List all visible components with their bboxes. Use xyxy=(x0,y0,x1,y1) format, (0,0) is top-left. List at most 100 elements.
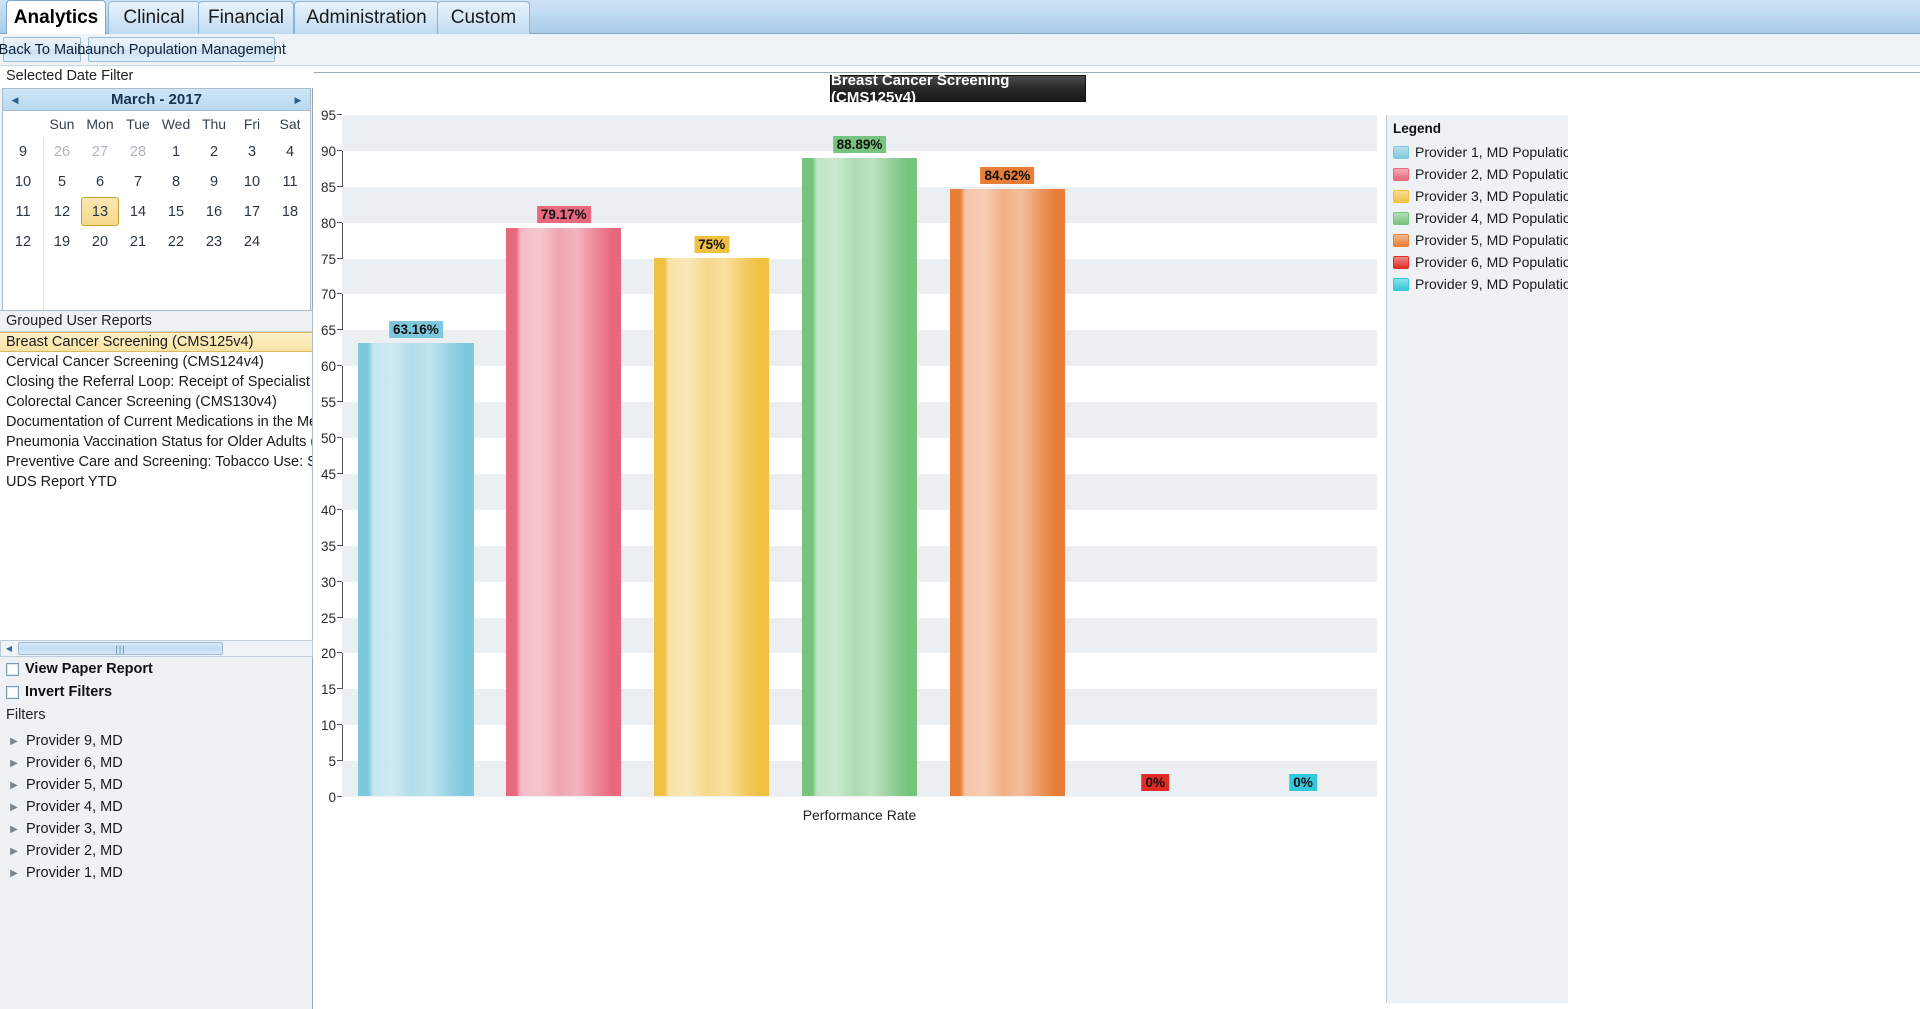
calendar-day[interactable]: 12 xyxy=(43,197,81,226)
report-list-item-selected[interactable]: Breast Cancer Screening (CMS125v4) xyxy=(0,332,312,352)
calendar-day[interactable]: 18 xyxy=(271,197,309,226)
scrollbar-thumb[interactable]: ||| xyxy=(18,642,223,655)
chart-legend-item[interactable]: Provider 3, MD Population 1 xyxy=(1393,185,1590,207)
filter-item[interactable]: ▶ Provider 9, MD xyxy=(6,730,306,752)
calendar-header: ◀ March - 2017 ▶ xyxy=(3,89,310,111)
legend-item-label: Provider 3, MD Population 1 xyxy=(1415,188,1591,204)
calendar-day[interactable]: 16 xyxy=(195,197,233,226)
view-paper-report-checkbox[interactable] xyxy=(6,662,19,676)
tab-clinical[interactable]: Clinical xyxy=(108,1,200,34)
report-list-item[interactable]: Documentation of Current Medications in … xyxy=(0,412,312,432)
tab-financial[interactable]: Financial xyxy=(198,1,294,34)
reports-horizontal-scrollbar[interactable]: ◀ ||| xyxy=(0,640,313,657)
calendar-day[interactable]: 22 xyxy=(157,227,195,256)
tab-analytics[interactable]: Analytics xyxy=(6,0,106,34)
back-to-main-button[interactable]: Back To Main xyxy=(0,37,85,62)
report-list-item[interactable]: Preventive Care and Screening: Tobacco U… xyxy=(0,452,312,472)
view-paper-report-checkbox-row[interactable]: View Paper Report xyxy=(6,661,153,677)
chart-bar[interactable] xyxy=(358,342,474,796)
filter-item-label: Provider 9, MD xyxy=(26,733,123,749)
chart-bar[interactable] xyxy=(949,188,1066,796)
filter-item[interactable]: ▶ Provider 1, MD xyxy=(6,862,306,884)
chart-bar[interactable] xyxy=(506,227,622,796)
triangle-right-icon[interactable]: ▶ xyxy=(6,846,22,857)
chart-y-tick-label: 35 xyxy=(320,538,336,554)
calendar-day[interactable]: 10 xyxy=(233,167,271,196)
calendar-day[interactable]: 28 xyxy=(119,137,157,166)
calendar-week-row: 11 12 13 14 15 16 17 18 xyxy=(3,197,310,226)
chart-bar[interactable] xyxy=(801,157,918,796)
calendar-day[interactable]: 20 xyxy=(81,227,119,256)
calendar-day[interactable]: 23 xyxy=(195,227,233,256)
chart-y-tick-mark xyxy=(337,688,342,690)
tab-administration-label: Administration xyxy=(306,7,427,28)
chart-y-tick-label: 55 xyxy=(320,395,336,411)
chart-legend: Legend Provider 1, MD Population 1 Provid… xyxy=(1387,115,1590,303)
triangle-right-icon[interactable]: ▶ xyxy=(6,736,22,747)
calendar-day[interactable]: 14 xyxy=(119,197,157,226)
grouped-user-reports-list[interactable]: Breast Cancer Screening (CMS125v4) Cervic… xyxy=(0,332,312,492)
filter-item[interactable]: ▶ Provider 6, MD xyxy=(6,752,306,774)
calendar-day[interactable]: 24 xyxy=(233,227,271,256)
triangle-right-icon[interactable]: ▶ xyxy=(6,780,22,791)
report-list-item[interactable]: UDS Report YTD xyxy=(0,472,312,492)
triangle-right-icon[interactable]: ▶ xyxy=(6,802,22,813)
calendar-day[interactable]: 15 xyxy=(157,197,195,226)
chart-legend-item[interactable]: Provider 4, MD Population 1 xyxy=(1393,207,1590,229)
calendar-day[interactable]: 7 xyxy=(119,167,157,196)
calendar-day[interactable]: 3 xyxy=(233,137,271,166)
calendar-day[interactable]: 6 xyxy=(81,167,119,196)
calendar-day[interactable]: 11 xyxy=(271,167,309,196)
chart-legend-item[interactable]: Provider 5, MD Population 1 xyxy=(1393,229,1590,251)
calendar-day[interactable]: 2 xyxy=(195,137,233,166)
calendar-day[interactable]: 27 xyxy=(81,137,119,166)
chart-y-tick-mark xyxy=(337,401,342,403)
calendar-dow-sun: Sun xyxy=(49,116,75,132)
filter-item[interactable]: ▶ Provider 2, MD xyxy=(6,840,306,862)
calendar-day[interactable]: 9 xyxy=(195,167,233,196)
calendar-day[interactable]: 4 xyxy=(271,137,309,166)
legend-item-label: Provider 6, MD Population 1 xyxy=(1415,254,1591,270)
invert-filters-checkbox[interactable] xyxy=(6,685,19,699)
triangle-right-icon[interactable]: ▶ xyxy=(6,868,22,879)
calendar-next-month-icon[interactable]: ▶ xyxy=(288,89,308,111)
chart-legend-item[interactable]: Provider 1, MD Population 1 xyxy=(1393,141,1590,163)
report-list-item[interactable]: Closing the Referral Loop: Receipt of Sp… xyxy=(0,372,312,392)
filter-item[interactable]: ▶ Provider 3, MD xyxy=(6,818,306,840)
report-list-item[interactable]: Pneumonia Vaccination Status for Older A… xyxy=(0,432,312,452)
date-filter-calendar[interactable]: ◀ March - 2017 ▶ Sun Mon Tue Wed Thu Fri… xyxy=(2,88,311,315)
chart-bar[interactable] xyxy=(653,257,770,796)
chart-legend-item[interactable]: Provider 9, MD Population 1 xyxy=(1393,273,1590,295)
invert-filters-checkbox-row[interactable]: Invert Filters xyxy=(6,684,112,700)
calendar-prev-month-icon[interactable]: ◀ xyxy=(5,89,25,111)
tab-financial-label: Financial xyxy=(207,7,285,28)
triangle-right-icon[interactable]: ▶ xyxy=(6,824,22,835)
launch-population-management-button[interactable]: Launch Population Management xyxy=(77,37,286,62)
calendar-week-row: 9 26 27 28 1 2 3 4 xyxy=(3,137,310,166)
calendar-day-selected[interactable]: 13 xyxy=(81,197,119,226)
scroll-left-icon[interactable]: ◀ xyxy=(1,641,17,656)
report-list-item[interactable]: Colorectal Cancer Screening (CMS130v4) xyxy=(0,392,312,412)
filters-section-label: Filters xyxy=(6,707,46,723)
tab-administration[interactable]: Administration xyxy=(294,1,439,34)
calendar-day[interactable]: 19 xyxy=(43,227,81,256)
calendar-day[interactable]: 5 xyxy=(43,167,81,196)
chart-legend-panel: Legend Provider 1, MD Population 1 Provid… xyxy=(1386,115,1590,1003)
chart-bar-value-label: 88.89% xyxy=(832,135,887,153)
calendar-day[interactable]: 26 xyxy=(43,137,81,166)
calendar-day[interactable]: 17 xyxy=(233,197,271,226)
calendar-day[interactable]: 8 xyxy=(157,167,195,196)
report-list-item[interactable]: Cervical Cancer Screening (CMS124v4) xyxy=(0,352,312,372)
calendar-day[interactable]: 21 xyxy=(119,227,157,256)
filter-item[interactable]: ▶ Provider 4, MD xyxy=(6,796,306,818)
legend-item-label: Provider 9, MD Population 1 xyxy=(1415,276,1591,292)
chart-bar-value-label: 84.62% xyxy=(980,166,1035,184)
chart-legend-item[interactable]: Provider 2, MD Population 1 xyxy=(1393,163,1590,185)
tab-custom[interactable]: Custom xyxy=(437,1,530,34)
filter-item[interactable]: ▶ Provider 5, MD xyxy=(6,774,306,796)
triangle-right-icon[interactable]: ▶ xyxy=(6,758,22,769)
chart-legend-item[interactable]: Provider 6, MD Population 1 xyxy=(1393,251,1590,273)
legend-color-swatch xyxy=(1393,145,1409,159)
chart-y-tick-mark xyxy=(337,616,342,618)
calendar-day[interactable]: 1 xyxy=(157,137,195,166)
